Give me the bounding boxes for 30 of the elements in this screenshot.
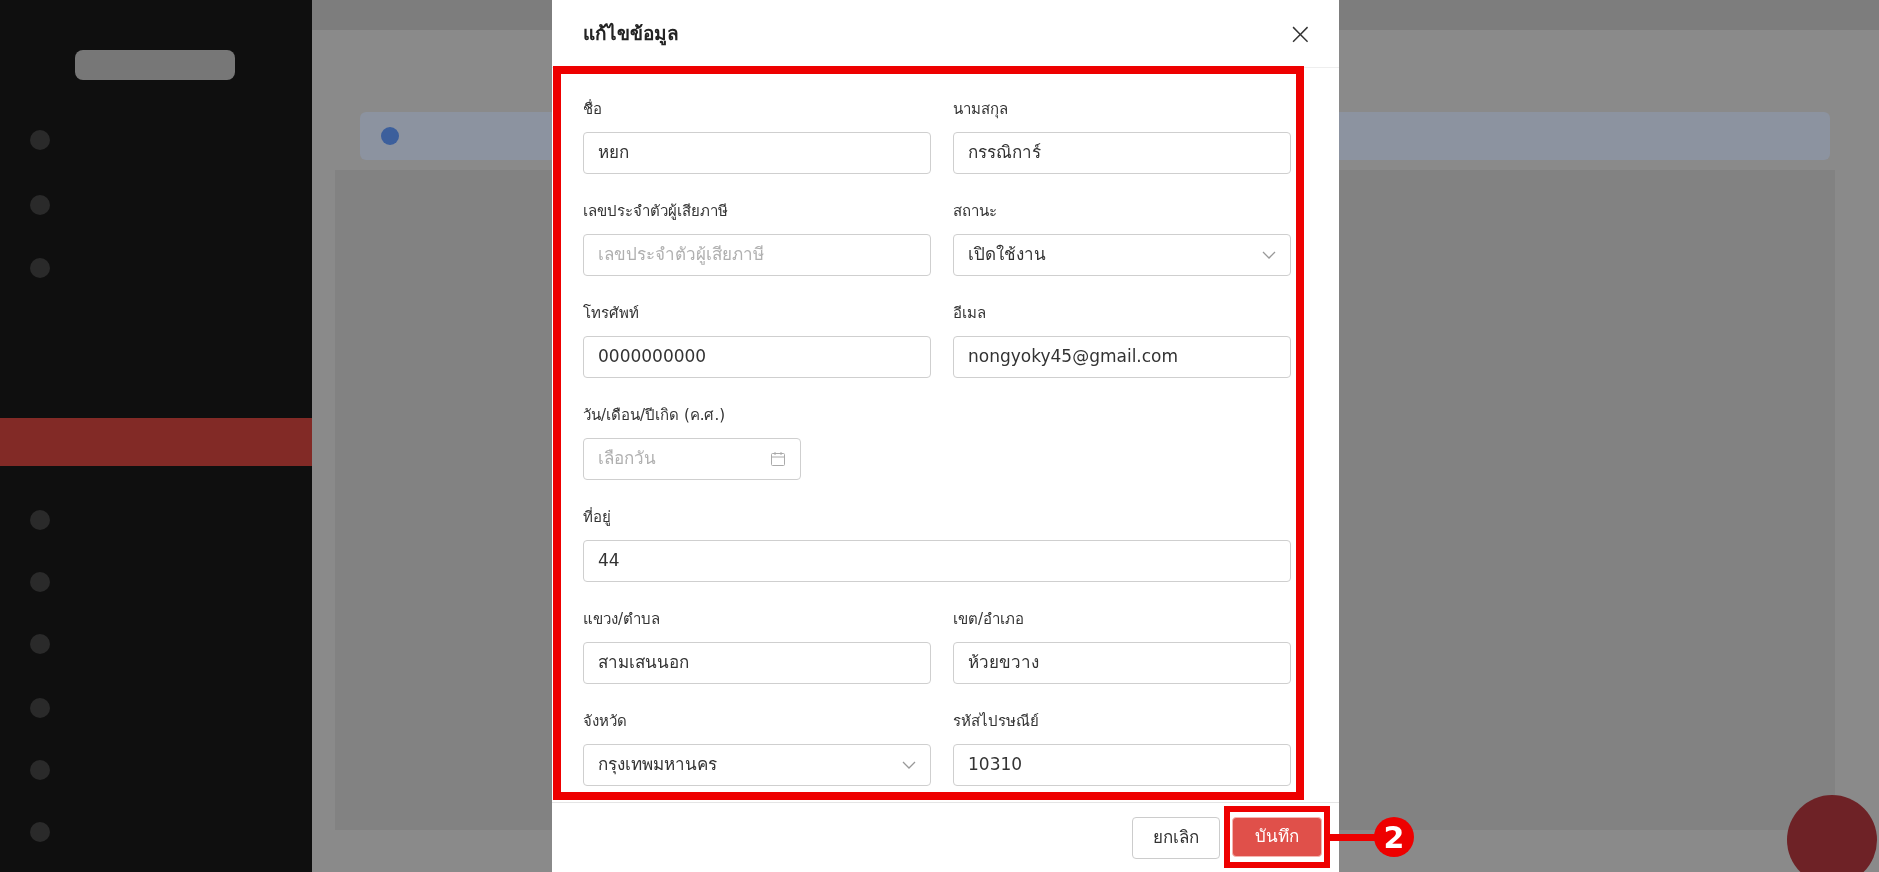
modal-title: แก้ไขข้อมูล [583, 21, 679, 48]
field-label: แขวง/ตำบล [583, 609, 661, 630]
field-label: ชื่อ [583, 98, 602, 120]
chevron-down-icon [1262, 251, 1276, 259]
input-field[interactable]: กรรณิการ์ [953, 132, 1291, 174]
input-field[interactable]: ห้วยขวาง [953, 642, 1291, 684]
input-field[interactable]: nongyoky45@gmail.com [953, 336, 1291, 378]
select-field[interactable]: กรุงเทพมหานคร [583, 744, 931, 786]
calendar-icon [770, 451, 786, 467]
field-label: จังหวัด [583, 711, 627, 732]
input-field[interactable]: สามเสนนอก [583, 642, 931, 684]
field-label: วัน/เดือน/ปีเกิด (ค.ศ.) [583, 405, 726, 426]
field-label: นามสกุล [953, 99, 1008, 120]
field-label: โทรศัพท์ [583, 303, 639, 324]
field-label: เลขประจำตัวผู้เสียภาษี [583, 201, 728, 222]
field-label: รหัสไปรษณีย์ [953, 711, 1039, 732]
field-label: อีเมล [953, 303, 986, 324]
close-button[interactable]: × [1287, 18, 1313, 49]
input-field[interactable]: 0000000000 [583, 336, 931, 378]
input-field[interactable]: 44 [583, 540, 1291, 582]
field-label: เขต/อำเภอ [953, 609, 1025, 630]
field-label: ที่อยู่ [583, 506, 611, 528]
chevron-down-icon [902, 761, 916, 769]
step-number: 2 [1374, 817, 1414, 857]
input-field[interactable]: หยก [583, 132, 931, 174]
save-button[interactable]: บันทึก [1232, 817, 1322, 857]
input-field[interactable]: 10310 [953, 744, 1291, 786]
cancel-button[interactable]: ยกเลิก [1132, 817, 1220, 859]
field-label: สถานะ [953, 201, 997, 222]
select-field[interactable]: เปิดใช้งาน [953, 234, 1291, 276]
